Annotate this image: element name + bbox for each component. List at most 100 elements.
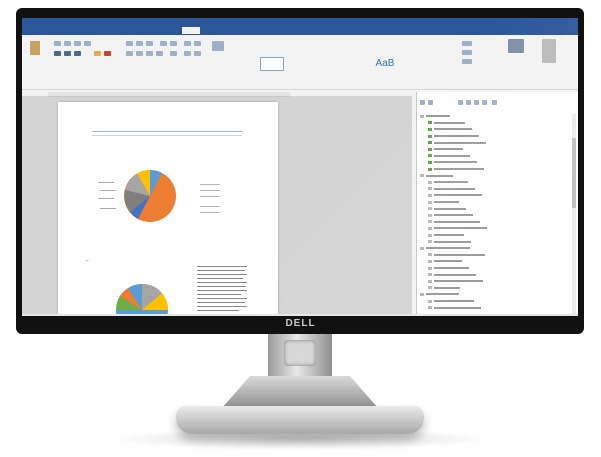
tree-item[interactable]: [428, 167, 568, 172]
pane-tool-icon[interactable]: [466, 100, 471, 105]
check-icon[interactable]: [428, 127, 432, 131]
expand-icon[interactable]: [428, 180, 432, 184]
tree-item[interactable]: [428, 226, 568, 231]
tree-item[interactable]: [428, 233, 568, 238]
expand-icon[interactable]: [420, 174, 424, 178]
select-icon[interactable]: [462, 59, 472, 64]
multilevel-list-icon[interactable]: [146, 41, 153, 46]
tree-item[interactable]: [428, 286, 568, 291]
tree-item[interactable]: [420, 246, 560, 251]
expand-icon[interactable]: [428, 299, 432, 303]
pane-tool-icon[interactable]: [420, 100, 425, 105]
expand-icon[interactable]: [428, 226, 432, 230]
shading-icon[interactable]: [184, 51, 191, 56]
check-icon[interactable]: [428, 141, 432, 145]
tree-item[interactable]: [428, 121, 568, 126]
decrease-indent-icon[interactable]: [160, 41, 167, 46]
tree-item[interactable]: [428, 127, 568, 132]
tree-item[interactable]: [420, 114, 560, 119]
expand-icon[interactable]: [428, 253, 432, 257]
replace-icon[interactable]: [462, 50, 472, 55]
tree-item[interactable]: [428, 272, 568, 277]
tree-item[interactable]: [428, 259, 568, 264]
expand-icon[interactable]: [428, 193, 432, 197]
expand-icon[interactable]: [428, 240, 432, 244]
pane-tool-icon[interactable]: [458, 100, 463, 105]
copy-icon[interactable]: [64, 41, 71, 46]
tree-item[interactable]: [428, 154, 568, 159]
font-color-icon[interactable]: [104, 51, 111, 56]
table-icon[interactable]: [212, 41, 224, 51]
tree-item[interactable]: [428, 213, 568, 218]
tree-item[interactable]: [428, 180, 568, 185]
pane-tool-icon[interactable]: [482, 100, 487, 105]
justify-icon[interactable]: [156, 51, 163, 56]
tree-item[interactable]: [428, 239, 568, 244]
align-center-icon[interactable]: [136, 51, 143, 56]
expand-icon[interactable]: [428, 306, 432, 310]
tab-review[interactable]: [182, 27, 200, 34]
pane-tool-icon[interactable]: [474, 100, 479, 105]
tree-item[interactable]: [428, 200, 568, 205]
style-no-spacing[interactable]: [286, 57, 308, 69]
tree-item[interactable]: [428, 147, 568, 152]
italic-icon[interactable]: [64, 51, 71, 56]
tree-item[interactable]: [420, 173, 560, 178]
style-heading-sample[interactable]: AaB: [374, 57, 396, 71]
highlight-icon[interactable]: [94, 51, 101, 56]
expand-icon[interactable]: [428, 259, 432, 263]
expand-icon[interactable]: [428, 200, 432, 204]
increase-indent-icon[interactable]: [170, 41, 177, 46]
tree-item[interactable]: [428, 266, 568, 271]
align-right-icon[interactable]: [146, 51, 153, 56]
expand-icon[interactable]: [428, 233, 432, 237]
pane-tool-icon[interactable]: [428, 100, 433, 105]
sort-icon[interactable]: [184, 41, 191, 46]
tree-item[interactable]: [420, 292, 560, 297]
check-icon[interactable]: [428, 147, 432, 151]
embedded-pie-chart-2[interactable]: [110, 280, 174, 316]
pane-toggle-icon[interactable]: [542, 39, 556, 63]
expand-icon[interactable]: [428, 266, 432, 270]
expand-icon[interactable]: [420, 246, 424, 250]
bold-icon[interactable]: [54, 51, 61, 56]
tree-item[interactable]: [428, 253, 568, 258]
expand-icon[interactable]: [428, 207, 432, 211]
side-pane-scroll-thumb[interactable]: [572, 138, 576, 208]
tree-item[interactable]: [428, 279, 568, 284]
find-icon[interactable]: [462, 41, 472, 46]
check-icon[interactable]: [428, 154, 432, 158]
font-name-icon[interactable]: [84, 41, 91, 46]
style-normal[interactable]: [260, 57, 284, 71]
cut-icon[interactable]: [54, 41, 61, 46]
tree-item[interactable]: [428, 220, 568, 225]
tree-item[interactable]: [428, 160, 568, 165]
tree-item[interactable]: [428, 193, 568, 198]
expand-icon[interactable]: [428, 213, 432, 217]
style-heading-2[interactable]: [334, 57, 356, 69]
expand-icon[interactable]: [428, 279, 432, 283]
style-heading-1[interactable]: [310, 57, 332, 69]
paste-icon[interactable]: [30, 41, 40, 55]
borders-icon[interactable]: [194, 51, 201, 56]
big-command-icon[interactable]: [508, 39, 524, 53]
tree-item[interactable]: [428, 305, 568, 310]
pane-tool-icon[interactable]: [492, 100, 497, 105]
tree-item[interactable]: [428, 206, 568, 211]
check-icon[interactable]: [428, 121, 432, 125]
expand-icon[interactable]: [420, 114, 424, 118]
tree-item[interactable]: [428, 299, 568, 304]
tree-item[interactable]: [428, 187, 568, 192]
expand-icon[interactable]: [420, 292, 424, 296]
tree-item[interactable]: [428, 134, 568, 139]
align-left-icon[interactable]: [126, 51, 133, 56]
check-icon[interactable]: [428, 167, 432, 171]
format-painter-icon[interactable]: [74, 41, 81, 46]
embedded-pie-chart[interactable]: [118, 164, 182, 228]
line-spacing-icon[interactable]: [170, 51, 177, 56]
show-marks-icon[interactable]: [194, 41, 201, 46]
expand-icon[interactable]: [428, 220, 432, 224]
expand-icon[interactable]: [428, 286, 432, 290]
tree-item[interactable]: [428, 140, 568, 145]
expand-icon[interactable]: [428, 273, 432, 277]
